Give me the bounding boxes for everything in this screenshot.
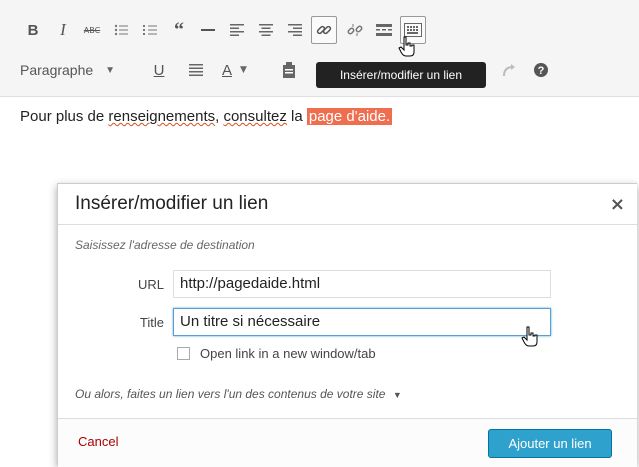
paste-text-icon[interactable] — [276, 56, 302, 84]
dialog-title: Insérer/modifier un lien — [75, 193, 269, 214]
chevron-down-icon: ▼ — [105, 64, 116, 76]
new-window-option[interactable]: Open link in a new window/tab — [177, 346, 376, 361]
link-existing-content-label: Ou alors, faites un lien vers l'un des c… — [75, 387, 386, 401]
caret-down-icon: ▼ — [392, 390, 402, 400]
new-window-label: Open link in a new window/tab — [200, 346, 376, 361]
align-center-icon[interactable] — [253, 16, 279, 44]
unlink-icon[interactable] — [342, 16, 368, 44]
bullet-list-icon[interactable] — [108, 16, 134, 44]
misspelled-word: consultez — [223, 108, 287, 125]
align-left-icon[interactable] — [224, 16, 250, 44]
misspelled-word: renseignements — [108, 108, 216, 125]
svg-text:?: ? — [538, 65, 545, 77]
dialog-footer: Cancel Ajouter un lien — [58, 418, 637, 467]
justify-icon[interactable] — [183, 56, 209, 84]
cancel-link[interactable]: Cancel — [78, 434, 118, 449]
dialog-header: Insérer/modifier un lien × — [58, 184, 637, 225]
new-window-checkbox[interactable] — [177, 347, 190, 360]
url-input[interactable]: http://pagedaide.html — [173, 270, 551, 298]
format-select[interactable]: Paragraphe ▼ — [20, 56, 138, 84]
read-more-icon[interactable] — [371, 16, 397, 44]
strikethrough-icon[interactable]: ABC — [79, 16, 105, 44]
redo-icon[interactable] — [496, 56, 522, 84]
hand-cursor-icon — [398, 36, 415, 57]
title-label: Title — [139, 315, 164, 330]
align-right-icon[interactable] — [282, 16, 308, 44]
url-label: URL — [137, 277, 164, 292]
numbered-list-icon[interactable] — [137, 16, 163, 44]
close-icon[interactable]: × — [610, 194, 625, 215]
destination-label: Saisissez l'adresse de destination — [75, 238, 255, 252]
help-icon[interactable]: ? — [528, 56, 554, 84]
underline-icon[interactable]: U — [146, 56, 172, 84]
blockquote-icon[interactable]: “ — [166, 16, 192, 44]
italic-icon[interactable]: I — [50, 16, 76, 44]
hand-cursor-icon — [521, 326, 538, 347]
editor-text-segment: Pour plus de — [20, 108, 109, 125]
horizontal-line-icon[interactable] — [195, 16, 221, 44]
editor-content[interactable]: Pour plus de renseignements, consultez l… — [20, 108, 393, 125]
selected-link-text: page d'aide. — [306, 108, 393, 125]
text-color-icon[interactable]: A ▼ — [222, 56, 262, 84]
title-input[interactable]: Un titre si nécessaire — [173, 308, 551, 336]
link-tooltip: Insérer/modifier un lien — [316, 62, 486, 88]
add-link-button[interactable]: Ajouter un lien — [488, 429, 612, 458]
link-existing-content-toggle[interactable]: Ou alors, faites un lien vers l'un des c… — [75, 387, 402, 401]
format-select-value: Paragraphe — [20, 62, 94, 78]
insert-link-dialog: Insérer/modifier un lien × Saisissez l'a… — [57, 183, 637, 467]
link-icon[interactable] — [311, 16, 337, 44]
bold-icon[interactable]: B — [20, 16, 46, 44]
editor-text-segment: la — [286, 108, 307, 125]
